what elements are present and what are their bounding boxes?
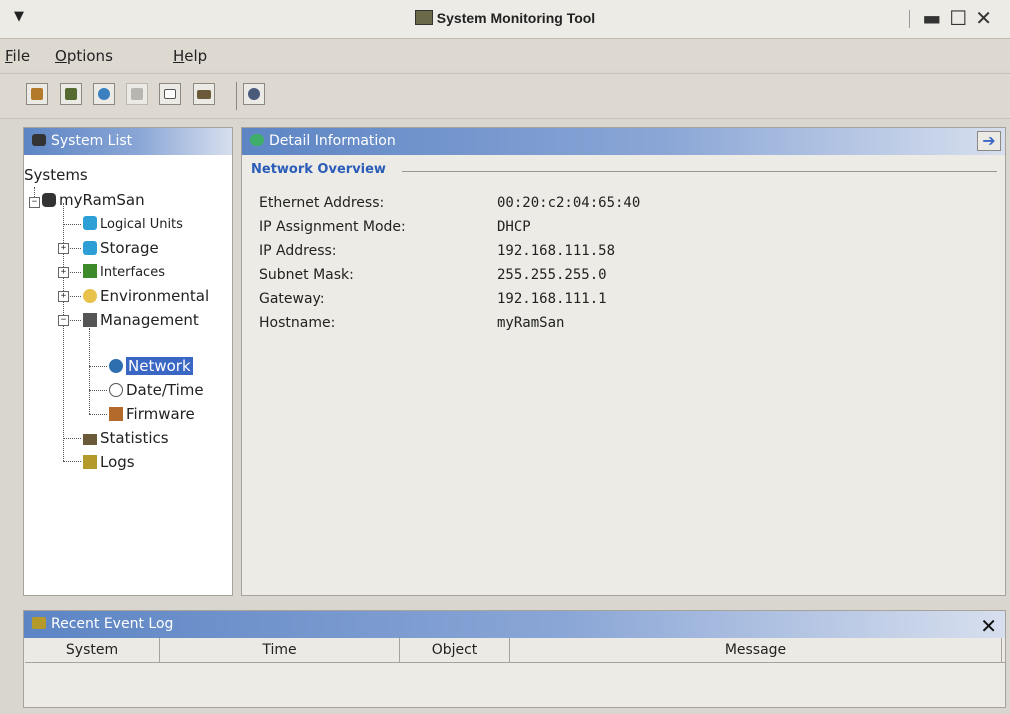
label-gateway: Gateway: xyxy=(259,291,325,307)
menu-file[interactable]: File xyxy=(5,47,30,65)
arrow-right-icon: ➔ xyxy=(982,131,996,150)
value-ip-assignment-mode: DHCP xyxy=(497,219,531,235)
tree-line xyxy=(89,414,107,415)
tree-line xyxy=(89,366,107,367)
tree-line xyxy=(63,203,64,461)
window-controls: ▬☐✕ xyxy=(922,6,1000,30)
system-icon xyxy=(42,193,56,207)
collapse-tree-icon xyxy=(164,89,176,99)
tree-root-systems[interactable]: Systems xyxy=(24,166,88,184)
storage-icon xyxy=(83,241,97,255)
detail-go-arrow-button[interactable]: ➔ xyxy=(977,131,1001,151)
tree-item-firmware[interactable]: Firmware xyxy=(109,405,195,423)
toolbar-refresh-button[interactable] xyxy=(243,83,265,105)
tree-line xyxy=(63,224,81,225)
menu-options[interactable]: Options xyxy=(55,47,113,65)
event-log-column-headers: System Time Object Message xyxy=(25,638,1005,663)
logical-units-icon xyxy=(83,216,97,230)
toolbar-disabled-button[interactable] xyxy=(126,83,148,105)
tree-line xyxy=(63,438,81,439)
tree-item-logical-units[interactable]: Logical Units xyxy=(83,216,183,232)
event-log-header: Recent Event Log ✕ xyxy=(24,611,1005,638)
expander-plus-icon[interactable]: + xyxy=(58,291,69,302)
toolbar-collapse-button[interactable] xyxy=(159,83,181,105)
label-subnet-mask: Subnet Mask: xyxy=(259,267,354,283)
menu-bar: File Options Help xyxy=(0,39,1010,71)
toolbar-separator xyxy=(236,82,237,110)
logs-icon xyxy=(32,617,46,629)
refresh-monitor-icon xyxy=(248,88,260,100)
management-icon xyxy=(83,313,97,327)
clock-icon xyxy=(109,383,123,397)
group-title-network-overview: Network Overview xyxy=(251,162,386,177)
toolbar-network-button[interactable] xyxy=(93,83,115,105)
toolbar-logs-button[interactable] xyxy=(26,83,48,105)
group-divider xyxy=(402,171,997,172)
toolbar-add-system-button[interactable] xyxy=(60,83,82,105)
statistics-icon xyxy=(83,434,97,445)
expander-minus-icon[interactable]: − xyxy=(29,197,40,208)
system-add-icon xyxy=(65,88,77,100)
system-list-icon xyxy=(32,134,46,146)
close-window-icon[interactable]: ✕ xyxy=(975,6,1000,30)
minimize-icon[interactable]: ▬ xyxy=(922,6,949,30)
app-monitor-icon xyxy=(414,10,433,25)
statistics-icon xyxy=(197,89,211,99)
column-header-time[interactable]: Time xyxy=(160,638,400,662)
logs-icon xyxy=(31,88,43,100)
tree-item-datetime[interactable]: Date/Time xyxy=(109,381,204,399)
tree-line xyxy=(63,461,81,462)
event-log-panel: Recent Event Log ✕ System Time Object Me… xyxy=(23,610,1006,708)
system-list-header: System List xyxy=(24,128,232,155)
detail-panel: Detail Information ➔ Network Overview Et… xyxy=(241,127,1006,596)
maximize-icon[interactable]: ☐ xyxy=(949,6,975,30)
menu-help[interactable]: Help xyxy=(173,47,207,65)
label-ip-assignment-mode: IP Assignment Mode: xyxy=(259,219,406,235)
value-ethernet-address: 00:20:c2:04:65:40 xyxy=(497,195,641,211)
value-gateway: 192.168.111.1 xyxy=(497,291,607,307)
column-header-message[interactable]: Message xyxy=(510,638,1002,662)
label-ip-address: IP Address: xyxy=(259,243,337,259)
tree-item-network[interactable]: Network xyxy=(109,357,193,375)
interfaces-flag-icon xyxy=(83,264,97,278)
value-subnet-mask: 255.255.255.0 xyxy=(497,267,607,283)
firmware-box-icon xyxy=(109,407,123,421)
tree-item-statistics[interactable]: Statistics xyxy=(83,429,169,447)
detail-info-icon xyxy=(250,134,264,146)
tree-item-environmental[interactable]: Environmental xyxy=(83,287,209,305)
value-hostname: myRamSan xyxy=(497,315,565,331)
expander-plus-icon[interactable]: + xyxy=(58,267,69,278)
label-ethernet-address: Ethernet Address: xyxy=(259,195,385,211)
tree-item-storage[interactable]: Storage xyxy=(83,239,159,257)
tree-line xyxy=(89,328,90,414)
window-title: System Monitoring Tool xyxy=(0,10,1010,26)
logs-icon xyxy=(83,455,97,469)
column-header-system[interactable]: System xyxy=(25,638,160,662)
tree-item-management[interactable]: Management xyxy=(83,311,199,329)
close-event-log-icon[interactable]: ✕ xyxy=(980,613,997,640)
system-list-panel: System List Systems − myRamSan Logical U… xyxy=(23,127,233,596)
network-globe-icon xyxy=(109,359,123,373)
detail-header: Detail Information ➔ xyxy=(242,128,1005,155)
window-titlebar: ▼ System Monitoring Tool ▬☐✕ xyxy=(0,0,1010,39)
tree-item-system[interactable]: myRamSan xyxy=(42,191,145,209)
tree-item-interfaces[interactable]: Interfaces xyxy=(83,264,165,280)
label-hostname: Hostname: xyxy=(259,315,336,331)
titlebar-separator xyxy=(909,10,910,28)
toolbar-statistics-button[interactable] xyxy=(193,83,215,105)
disabled-grid-icon xyxy=(131,88,143,100)
expander-plus-icon[interactable]: + xyxy=(58,243,69,254)
tree-line xyxy=(89,390,107,391)
value-ip-address: 192.168.111.58 xyxy=(497,243,616,259)
expander-minus-icon[interactable]: − xyxy=(58,315,69,326)
column-header-object[interactable]: Object xyxy=(400,638,510,662)
tree-item-logs[interactable]: Logs xyxy=(83,453,135,471)
network-globe-icon xyxy=(98,88,110,100)
environmental-sun-icon xyxy=(83,289,97,303)
toolbar xyxy=(0,73,1010,119)
